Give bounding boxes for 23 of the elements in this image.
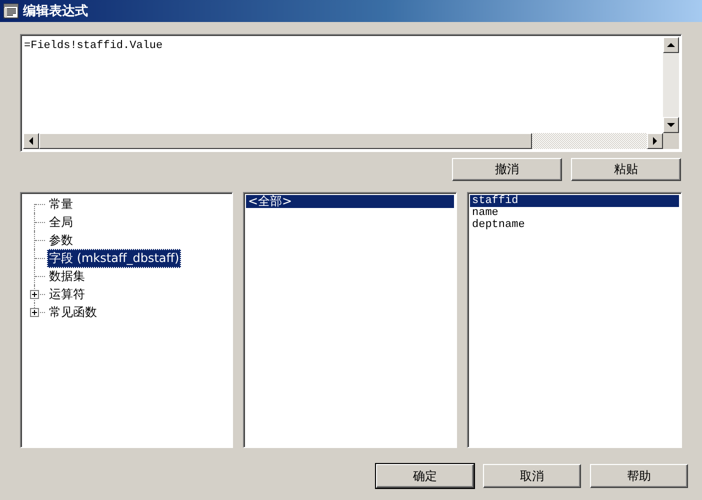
- dialog-button[interactable]: 确定: [376, 464, 474, 488]
- window-icon: [3, 3, 19, 19]
- plus-icon[interactable]: [30, 308, 39, 317]
- list-item[interactable]: name: [470, 207, 679, 219]
- tree-item[interactable]: 全局: [47, 212, 75, 232]
- tree-item[interactable]: 参数: [47, 230, 75, 250]
- dialog-button[interactable]: 撤消: [452, 158, 562, 181]
- tree-item[interactable]: 数据集: [47, 266, 87, 286]
- list-item[interactable]: <全部>: [246, 195, 454, 208]
- scrollbar-corner: [663, 133, 679, 149]
- tree-item[interactable]: 字段 (mkstaff_dbstaff): [47, 248, 182, 268]
- dialog-button[interactable]: 帮助: [590, 464, 688, 488]
- list-item[interactable]: deptname: [470, 219, 679, 231]
- tree-item[interactable]: 常量: [47, 194, 75, 214]
- tree-item[interactable]: 运算符: [47, 284, 87, 304]
- window-title: 编辑表达式: [23, 2, 88, 20]
- vertical-scrollbar[interactable]: [663, 37, 679, 149]
- dialog-button[interactable]: 取消: [483, 464, 581, 488]
- list-item[interactable]: staffid: [470, 195, 679, 207]
- tree-item[interactable]: 常见函数: [47, 302, 99, 322]
- plus-icon[interactable]: [30, 290, 39, 299]
- dialog-button[interactable]: 粘贴: [571, 158, 681, 181]
- horizontal-scrollbar[interactable]: [23, 133, 663, 149]
